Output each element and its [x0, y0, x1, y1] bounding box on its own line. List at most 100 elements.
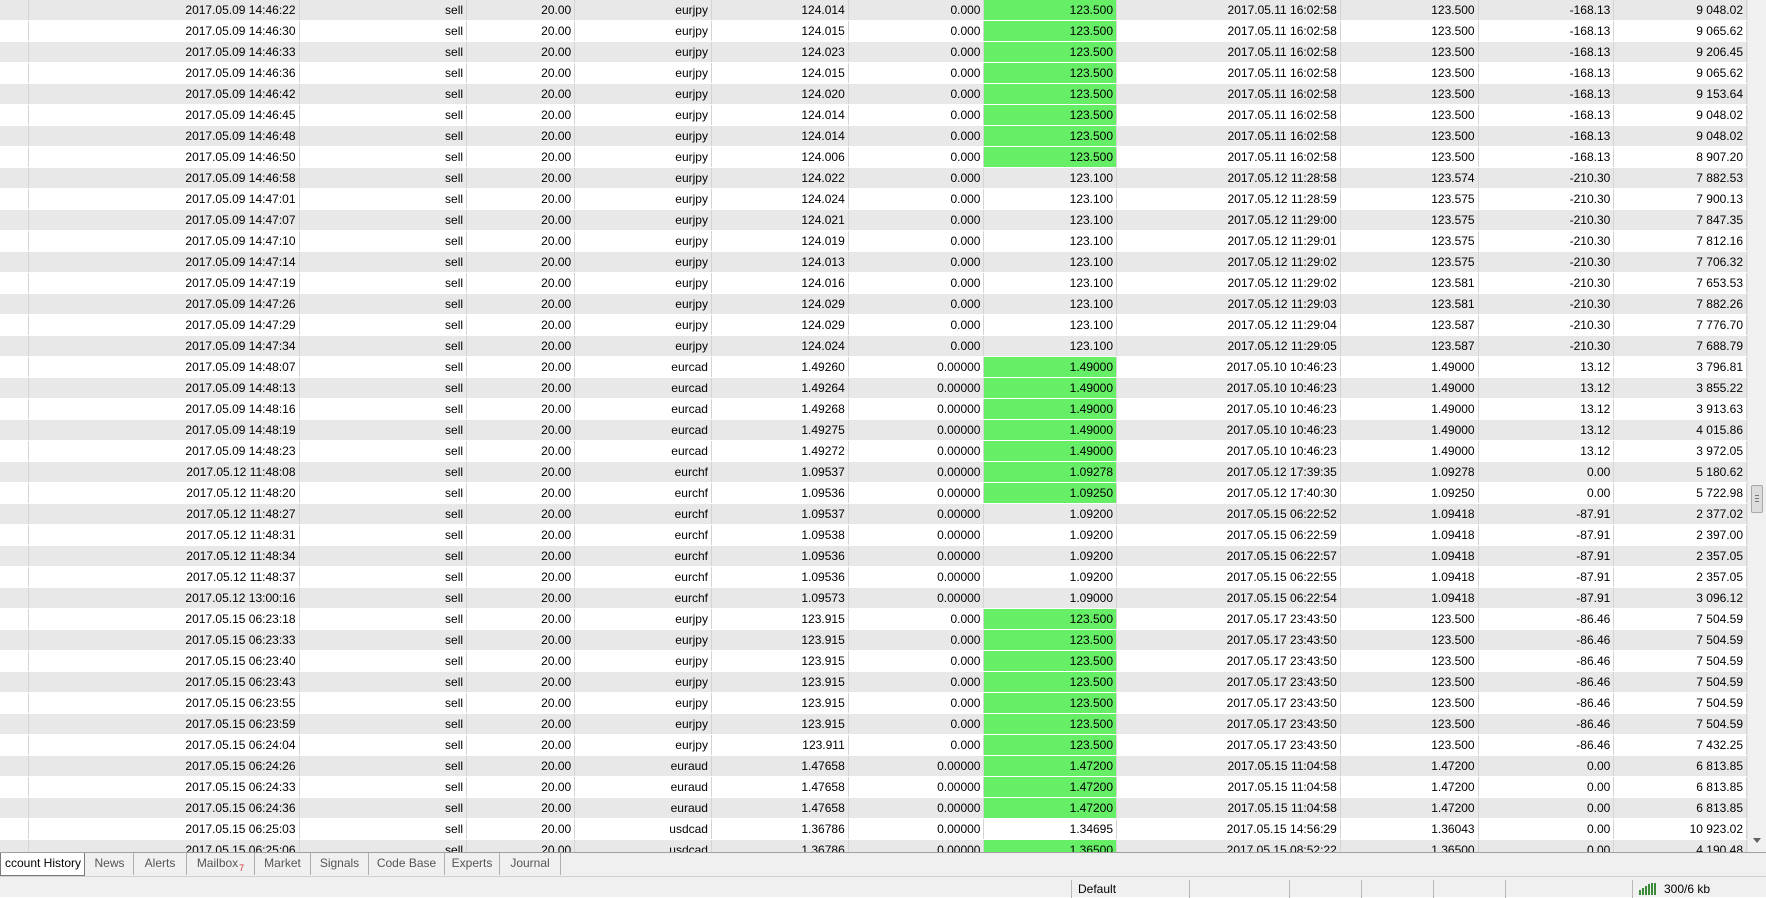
table-row[interactable]: 2017.05.12 11:48:34 sell 20.00 eurchf 1.0953…: [0, 545, 1747, 567]
cell-close-price: 1.09418: [1340, 503, 1479, 525]
cell-symbol: eurcad: [574, 419, 712, 441]
cell-swap: -168.13: [1478, 104, 1615, 126]
cell-profit: 9 048.02: [1613, 104, 1747, 126]
vertical-scrollbar[interactable]: [1747, 0, 1766, 852]
table-row[interactable]: 2017.05.15 06:23:33 sell 20.00 eurjpy 123.91…: [0, 629, 1747, 651]
connection-status[interactable]: 300/6 kb: [1632, 880, 1766, 898]
table-row[interactable]: 2017.05.12 13:00:16 sell 20.00 eurchf 1.0957…: [0, 587, 1747, 609]
cell-take-profit: 123.100: [983, 251, 1118, 273]
table-row[interactable]: 2017.05.09 14:47:01 sell 20.00 eurjpy 124.02…: [0, 188, 1747, 210]
table-row[interactable]: 2017.05.09 14:46:36 sell 20.00 eurjpy 124.01…: [0, 62, 1747, 84]
cell-swap: -86.46: [1478, 671, 1615, 693]
table-row[interactable]: 2017.05.09 14:47:10 sell 20.00 eurjpy 124.01…: [0, 230, 1747, 252]
table-row[interactable]: 2017.05.09 14:46:50 sell 20.00 eurjpy 124.00…: [0, 146, 1747, 168]
cell-close-price: 1.36043: [1340, 818, 1479, 840]
cell-size: 20.00: [466, 146, 576, 168]
tab-mailbox[interactable]: Mailbox7: [187, 853, 255, 875]
cell-size: 20.00: [466, 524, 576, 546]
table-row[interactable]: 2017.05.09 14:48:07 sell 20.00 eurcad 1.4926…: [0, 356, 1747, 378]
table-row[interactable]: 2017.05.12 11:48:27 sell 20.00 eurchf 1.0953…: [0, 503, 1747, 525]
table-row[interactable]: 2017.05.09 14:47:34 sell 20.00 eurjpy 124.02…: [0, 335, 1747, 357]
table-row[interactable]: 2017.05.15 06:24:33 sell 20.00 euraud 1.4765…: [0, 776, 1747, 798]
table-row[interactable]: 2017.05.12 11:48:20 sell 20.00 eurchf 1.0953…: [0, 482, 1747, 504]
cell-open-time: 2017.05.09 14:46:36: [28, 62, 300, 84]
cell-profit: 7 504.59: [1613, 671, 1747, 693]
cell-row-marker: [0, 20, 30, 42]
cell-open-time: 2017.05.09 14:48:19: [28, 419, 300, 441]
tab-experts[interactable]: Experts: [445, 853, 500, 875]
table-row[interactable]: 2017.05.09 14:47:26 sell 20.00 eurjpy 124.02…: [0, 293, 1747, 315]
table-row[interactable]: 2017.05.09 14:46:48 sell 20.00 eurjpy 124.01…: [0, 125, 1747, 147]
cell-profit: 5 180.62: [1613, 461, 1747, 483]
cell-type: sell: [299, 440, 468, 462]
table-row[interactable]: 2017.05.09 14:48:19 sell 20.00 eurcad 1.4927…: [0, 419, 1747, 441]
cell-close-time: 2017.05.17 23:43:50: [1116, 671, 1341, 693]
cell-close-time: 2017.05.12 17:40:30: [1116, 482, 1341, 504]
cell-close-time: 2017.05.15 06:22:55: [1116, 566, 1341, 588]
table-row[interactable]: 2017.05.15 06:24:04 sell 20.00 eurjpy 123.91…: [0, 734, 1747, 756]
cell-size: 20.00: [466, 335, 576, 357]
scroll-thumb[interactable]: [1751, 485, 1763, 513]
table-row[interactable]: 2017.05.12 11:48:37 sell 20.00 eurchf 1.0953…: [0, 566, 1747, 588]
table-row[interactable]: 2017.05.15 06:24:36 sell 20.00 euraud 1.4765…: [0, 797, 1747, 819]
account-history-grid: 2017.05.09 14:46:22 sell 20.00 eurjpy 124.01…: [0, 0, 1747, 852]
cell-open-time: 2017.05.12 11:48:31: [28, 524, 300, 546]
table-row[interactable]: 2017.05.09 14:46:45 sell 20.00 eurjpy 124.01…: [0, 104, 1747, 126]
scroll-down-icon[interactable]: [1753, 838, 1761, 843]
table-row[interactable]: 2017.05.15 06:24:26 sell 20.00 euraud 1.4765…: [0, 755, 1747, 777]
tab-account-history[interactable]: ccount History: [0, 853, 85, 876]
tab-code-base[interactable]: Code Base: [369, 853, 445, 875]
tab-market[interactable]: Market: [255, 853, 311, 875]
cell-size: 20.00: [466, 587, 576, 609]
cell-row-marker: [0, 524, 30, 546]
cell-row-marker: [0, 419, 30, 441]
cell-open-time: 2017.05.09 14:46:33: [28, 41, 300, 63]
table-row[interactable]: 2017.05.09 14:47:29 sell 20.00 eurjpy 124.02…: [0, 314, 1747, 336]
cell-profit: 7 688.79: [1613, 335, 1747, 357]
table-row[interactable]: 2017.05.15 06:23:43 sell 20.00 eurjpy 123.91…: [0, 671, 1747, 693]
cell-swap: -86.46: [1478, 692, 1615, 714]
cell-size: 20.00: [466, 650, 576, 672]
table-row[interactable]: 2017.05.09 14:46:22 sell 20.00 eurjpy 124.01…: [0, 0, 1747, 21]
table-row[interactable]: 2017.05.09 14:46:33 sell 20.00 eurjpy 124.02…: [0, 41, 1747, 63]
cell-stop-loss: 0.000: [848, 650, 985, 672]
cell-row-marker: [0, 713, 30, 735]
table-row[interactable]: 2017.05.09 14:48:16 sell 20.00 eurcad 1.4926…: [0, 398, 1747, 420]
cell-take-profit: 1.09278: [983, 461, 1118, 483]
cell-type: sell: [299, 41, 468, 63]
table-row[interactable]: 2017.05.09 14:46:42 sell 20.00 eurjpy 124.02…: [0, 83, 1747, 105]
cell-close-time: 2017.05.17 23:43:50: [1116, 608, 1341, 630]
table-row[interactable]: 2017.05.15 06:25:03 sell 20.00 usdcad 1.3678…: [0, 818, 1747, 840]
cell-swap: -86.46: [1478, 608, 1615, 630]
cell-close-time: 2017.05.11 16:02:58: [1116, 104, 1341, 126]
cell-take-profit: 1.49000: [983, 377, 1118, 399]
table-row[interactable]: 2017.05.12 11:48:08 sell 20.00 eurchf 1.0953…: [0, 461, 1747, 483]
tab-alerts[interactable]: Alerts: [134, 853, 187, 875]
table-row[interactable]: 2017.05.12 11:48:31 sell 20.00 eurchf 1.0953…: [0, 524, 1747, 546]
cell-stop-loss: 0.00000: [848, 356, 985, 378]
table-row[interactable]: 2017.05.09 14:47:07 sell 20.00 eurjpy 124.02…: [0, 209, 1747, 231]
table-row[interactable]: 2017.05.15 06:23:55 sell 20.00 eurjpy 123.91…: [0, 692, 1747, 714]
cell-stop-loss: 0.00000: [848, 839, 985, 852]
table-row[interactable]: 2017.05.09 14:47:14 sell 20.00 eurjpy 124.01…: [0, 251, 1747, 273]
cell-close-price: 1.47200: [1340, 776, 1479, 798]
tab-news[interactable]: News: [86, 853, 134, 875]
cell-take-profit: 123.100: [983, 293, 1118, 315]
table-row[interactable]: 2017.05.15 06:23:40 sell 20.00 eurjpy 123.91…: [0, 650, 1747, 672]
tab-journal[interactable]: Journal: [500, 853, 561, 875]
table-row[interactable]: 2017.05.09 14:48:23 sell 20.00 eurcad 1.4927…: [0, 440, 1747, 462]
table-row[interactable]: 2017.05.09 14:46:30 sell 20.00 eurjpy 124.01…: [0, 20, 1747, 42]
table-row[interactable]: 2017.05.09 14:48:13 sell 20.00 eurcad 1.4926…: [0, 377, 1747, 399]
table-row[interactable]: 2017.05.15 06:25:06 sell 20.00 usdcad 1.3678…: [0, 839, 1747, 852]
cell-row-marker: [0, 650, 30, 672]
table-row[interactable]: 2017.05.15 06:23:18 sell 20.00 eurjpy 123.91…: [0, 608, 1747, 630]
table-row[interactable]: 2017.05.09 14:46:58 sell 20.00 eurjpy 124.02…: [0, 167, 1747, 189]
tab-signals[interactable]: Signals: [311, 853, 369, 875]
cell-close-time: 2017.05.11 16:02:58: [1116, 125, 1341, 147]
cell-open-price: 1.49260: [711, 356, 849, 378]
cell-stop-loss: 0.000: [848, 41, 985, 63]
table-row[interactable]: 2017.05.15 06:23:59 sell 20.00 eurjpy 123.91…: [0, 713, 1747, 735]
status-bar: Default 300/6 kb: [0, 876, 1766, 898]
cell-type: sell: [299, 461, 468, 483]
table-row[interactable]: 2017.05.09 14:47:19 sell 20.00 eurjpy 124.01…: [0, 272, 1747, 294]
